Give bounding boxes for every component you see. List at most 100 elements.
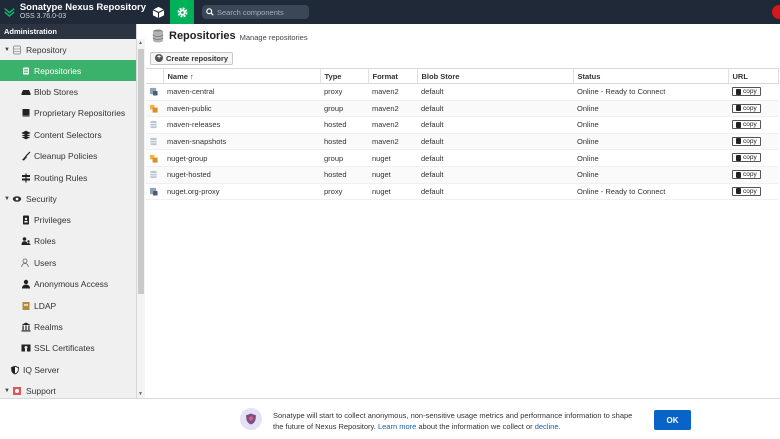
database-icon (152, 29, 164, 43)
sidebar-group-label: Repository (26, 44, 67, 55)
table-row[interactable]: maven-snapshots hosted maven2 default Online… (146, 133, 778, 151)
copy-url-button[interactable]: copy (732, 186, 761, 196)
sidebar-scrollbar[interactable]: ▲ ▼ (137, 39, 145, 398)
sidebar-item-label: Users (34, 257, 57, 268)
table-row[interactable]: nuget.org-proxy proxy nuget default Online -… (146, 183, 778, 201)
eye-icon (12, 194, 22, 204)
sidebar-item-iq-server[interactable]: IQ Server (0, 359, 136, 380)
sidebar-item-users[interactable]: Users (0, 252, 136, 273)
copy-url-button[interactable]: copy (732, 153, 761, 163)
column-header-status[interactable]: Status (573, 68, 729, 84)
cell-type: hosted (320, 116, 368, 134)
cell-name: maven-snapshots (163, 133, 320, 151)
search-box[interactable] (202, 5, 309, 19)
table-row[interactable]: maven-central proxy maven2 default Online - … (146, 83, 778, 101)
scroll-down-icon[interactable]: ▼ (138, 391, 143, 397)
sidebar-item-roles[interactable]: Roles (0, 231, 136, 252)
cell-name: nuget.org-proxy (163, 183, 320, 201)
copy-url-button[interactable]: copy (732, 136, 761, 146)
cell-type: hosted (320, 133, 368, 151)
sidebar-item-content-selectors[interactable]: Content Selectors (0, 124, 136, 145)
sidebar-group-label: Support (26, 385, 56, 396)
sidebar-item-ldap[interactable]: LDAP (0, 295, 136, 316)
clipboard-icon (736, 188, 741, 195)
sidebar-item-privileges[interactable]: Privileges (0, 209, 136, 230)
sidebar-item-label: Routing Rules (34, 172, 88, 183)
scroll-up-icon[interactable]: ▲ (138, 40, 143, 46)
signs-icon (21, 173, 31, 183)
cell-blob-store: default (417, 133, 573, 151)
hosted-repo-icon (146, 116, 163, 134)
scrollbar-thumb[interactable] (138, 49, 144, 294)
sidebar-item-ssl-certificates[interactable]: SSL Certificates (0, 338, 136, 359)
list-icon (21, 66, 31, 76)
sidebar-item-blob-stores[interactable]: Blob Stores (0, 81, 136, 102)
column-header-blob-store[interactable]: Blob Store (417, 68, 574, 84)
search-input[interactable] (217, 7, 307, 17)
admin-button[interactable] (170, 0, 194, 24)
proxy-repo-icon (146, 83, 163, 101)
cell-blob-store: default (417, 149, 573, 167)
column-header-url[interactable]: URL (728, 68, 779, 84)
sidebar-item-label: Anonymous Access (34, 279, 109, 290)
alert-icon[interactable] (772, 5, 780, 19)
column-header-format[interactable]: Format (368, 68, 418, 84)
table-row[interactable]: nuget-group group nuget default Online copy (146, 149, 778, 167)
cell-type: proxy (320, 183, 368, 201)
sidebar-item-label: SSL Certificates (34, 343, 95, 354)
sidebar-item-label: Proprietary Repositories (34, 108, 126, 119)
caret-down-icon: ▼ (4, 46, 10, 53)
hdd-icon (21, 87, 31, 97)
sidebar-group-repository[interactable]: ▼ Repository (0, 39, 136, 60)
copy-url-button[interactable]: copy (732, 87, 761, 97)
cell-url: copy (728, 149, 778, 167)
page-subtitle: Manage repositories (239, 32, 308, 42)
copy-url-button[interactable]: copy (732, 103, 761, 113)
main-content: Repositories Manage repositories + Creat… (146, 24, 780, 398)
privacy-shield-icon (240, 408, 262, 430)
book-ldap-icon (21, 301, 31, 311)
sidebar-item-realms[interactable]: Realms (0, 316, 136, 337)
broom-icon (21, 151, 31, 161)
sidebar-item-proprietary-repositories[interactable]: Proprietary Repositories (0, 103, 136, 124)
copy-url-button[interactable]: copy (732, 170, 761, 180)
decline-link[interactable]: decline (535, 422, 559, 431)
top-bar: Sonatype Nexus Repository OSS 3.76.0-03 (0, 0, 780, 24)
repositories-table: Name ↑ Type Format Blob Store Status URL… (146, 68, 779, 201)
create-repository-label: Create repository (166, 53, 229, 63)
hosted-repo-icon (146, 133, 163, 151)
browse-button[interactable] (146, 0, 170, 24)
create-repository-button[interactable]: + Create repository (150, 51, 234, 65)
column-header-name[interactable]: Name ↑ (163, 68, 321, 84)
book-icon (21, 108, 31, 118)
cell-format: nuget (368, 149, 417, 167)
sidebar-item-label: Cleanup Policies (34, 151, 98, 162)
cell-type: hosted (320, 166, 368, 184)
table-row[interactable]: maven-releases hosted maven2 default Online c… (146, 116, 778, 134)
clipboard-icon (736, 138, 741, 145)
sidebar-item-cleanup-policies[interactable]: Cleanup Policies (0, 146, 136, 167)
page-title: Repositories (169, 30, 236, 42)
column-header-type[interactable]: Type (320, 68, 369, 84)
cell-blob-store: default (417, 183, 573, 201)
cell-url: copy (728, 116, 778, 134)
id-badge-icon (21, 215, 31, 225)
hosted-repo-icon (146, 166, 163, 184)
table-row[interactable]: maven-public group maven2 default Online copy (146, 100, 778, 118)
table-row[interactable]: nuget-hosted hosted nuget default Online copy (146, 166, 778, 184)
learn-more-link[interactable]: Learn more (378, 422, 416, 431)
sidebar-group-support[interactable]: ▼ Support (0, 380, 136, 398)
cell-url: copy (728, 83, 778, 101)
sidebar-item-anonymous-access[interactable]: Anonymous Access (0, 274, 136, 295)
sidebar-item-routing-rules[interactable]: Routing Rules (0, 167, 136, 188)
copy-url-button[interactable]: copy (732, 120, 761, 130)
certificate-icon (21, 343, 31, 353)
sidebar-group-security[interactable]: ▼ Security (0, 188, 136, 209)
brand[interactable]: Sonatype Nexus Repository OSS 3.76.0-03 (0, 0, 146, 24)
sidebar-item-label: Privileges (34, 215, 71, 226)
caret-down-icon: ▼ (4, 387, 10, 394)
ok-button[interactable]: OK (654, 410, 691, 430)
copy-label: copy (743, 88, 757, 96)
sidebar-item-repositories[interactable]: Repositories (0, 60, 136, 82)
sidebar-item-label: Content Selectors (34, 129, 102, 140)
